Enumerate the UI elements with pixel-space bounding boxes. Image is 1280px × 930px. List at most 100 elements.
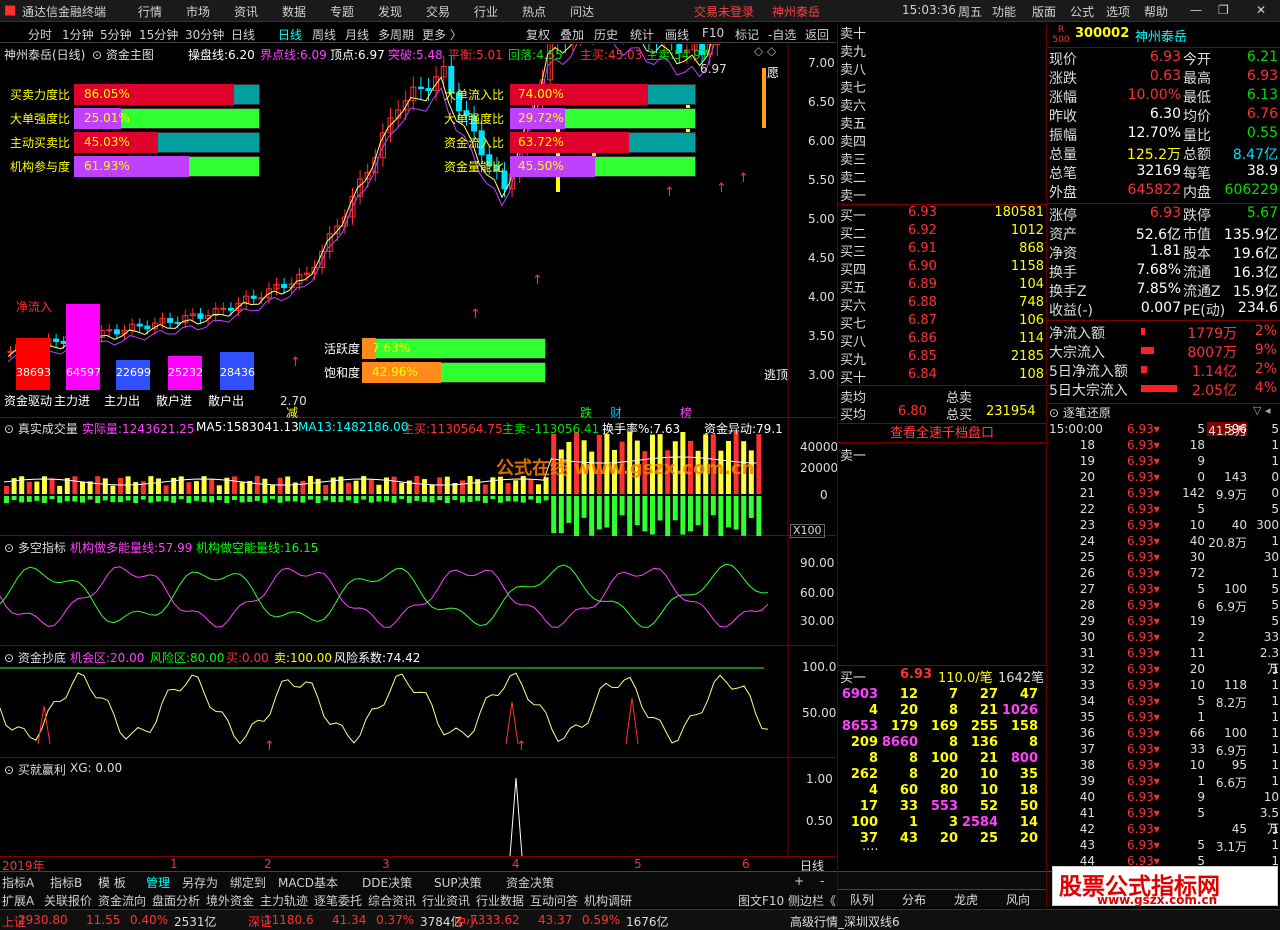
menu-xuanxiang[interactable]: 选项 bbox=[1106, 3, 1130, 20]
tab-30min[interactable]: 30分钟 bbox=[185, 26, 224, 43]
tab-monthly[interactable]: 月线 bbox=[345, 26, 369, 43]
tick-box2-0: 41.3万 bbox=[1208, 424, 1247, 438]
menu-gongneng[interactable]: 功能 bbox=[992, 3, 1016, 20]
vol-bar-down bbox=[64, 496, 70, 502]
bottom-tab1-9[interactable]: 资金决策 bbox=[506, 874, 554, 891]
bottom-tab2-10[interactable]: 互动问答 bbox=[530, 892, 578, 909]
add-icon[interactable]: + bbox=[794, 874, 804, 888]
tab-60min[interactable]: 日线 bbox=[231, 26, 255, 43]
login-status[interactable]: 交易未登录 bbox=[694, 3, 754, 20]
tab-fenbu[interactable]: 分布 bbox=[902, 891, 926, 908]
btn-diejia[interactable]: 叠加 bbox=[560, 26, 584, 43]
bottom-tab2-2[interactable]: 资金流向 bbox=[98, 892, 146, 909]
bottom-tab1-5[interactable]: 绑定到 bbox=[230, 874, 266, 891]
tick-vol-26: 5 bbox=[1197, 838, 1205, 852]
quote-val-quoteRows-0-0: 6.93 bbox=[1149, 49, 1181, 65]
close-icon[interactable]: ✕ bbox=[1256, 3, 1266, 17]
tab-longhu[interactable]: 龙虎 bbox=[954, 891, 978, 908]
bottom-tab2-1[interactable]: 关联报价 bbox=[44, 892, 92, 909]
bottom-tab1-6[interactable]: MACD基本 bbox=[278, 874, 338, 891]
ind-zm-val: 45.03 bbox=[608, 48, 643, 62]
bottom-right-tab-1[interactable]: 侧边栏《 bbox=[788, 892, 836, 909]
multi-empty-pane[interactable]: ⊙ 多空指标 机构做多能量线:57.99 机构做空能量线:16.15 90.00… bbox=[0, 536, 836, 646]
btn-tongji[interactable]: 统计 bbox=[630, 26, 654, 43]
main-chart-pane[interactable]: ↑↑↑↑↑↑↑ 神州泰岳(日线) ⊙ 资金主图 操盘线:6.20 界点线:6.0… bbox=[0, 44, 836, 420]
bottom-tab2-8[interactable]: 行业资讯 bbox=[422, 892, 470, 909]
menu-redian[interactable]: 热点 bbox=[522, 3, 546, 20]
btn-biaoji[interactable]: 标记 bbox=[735, 26, 759, 43]
bottom-tab1-0[interactable]: 指标A bbox=[2, 874, 34, 891]
status-1-2: 41.34 bbox=[332, 913, 367, 927]
btn-fanhui[interactable]: 返回 bbox=[805, 26, 829, 43]
menu-shuju[interactable]: 数据 bbox=[282, 3, 306, 20]
menu-bangzhu[interactable]: 帮助 bbox=[1144, 3, 1168, 20]
bottom-right-tab-0[interactable]: 图文F10 bbox=[738, 892, 784, 909]
bottom-tab2-4[interactable]: 境外资金 bbox=[206, 892, 254, 909]
restore-icon[interactable]: ❐ bbox=[1218, 3, 1229, 17]
ind-dd: 顶点:6.97 bbox=[330, 46, 385, 63]
bottom-tab1-8[interactable]: SUP决策 bbox=[434, 874, 482, 891]
menu-shichang[interactable]: 市场 bbox=[186, 3, 210, 20]
tab-weekly[interactable]: 周线 bbox=[312, 26, 336, 43]
quote-key-quoteRows-1-0: 涨跌 bbox=[1049, 71, 1077, 87]
btn-fuquan[interactable]: 复权 bbox=[526, 26, 550, 43]
tab-1min[interactable]: 1分钟 bbox=[62, 26, 94, 43]
tab-fenshi[interactable]: 分时 bbox=[28, 26, 52, 43]
bottom-tab1-1[interactable]: 指标B bbox=[50, 874, 82, 891]
vol-bar-up bbox=[429, 484, 435, 494]
vol-bar-up bbox=[239, 482, 245, 494]
full-depth-button[interactable]: 查看全速千档盘口 bbox=[838, 423, 1046, 443]
chaodi-pane[interactable]: ↑ ↑ ⊙ 资金抄底 机会区:20.00 风险区:80.00 买:0.00 卖:1… bbox=[0, 646, 836, 758]
tab-15min[interactable]: 15分钟 bbox=[139, 26, 178, 43]
formula-dropdown[interactable]: ⊙ 资金主图 bbox=[92, 46, 154, 63]
bottom-tab1-3[interactable]: 管理 bbox=[146, 874, 170, 891]
minimize-icon[interactable]: — bbox=[1190, 3, 1202, 17]
stock-name: 神州泰岳 bbox=[1135, 30, 1188, 45]
bottom-tab2-11[interactable]: 机构调研 bbox=[584, 892, 632, 909]
tab-5min[interactable]: 5分钟 bbox=[100, 26, 132, 43]
queue-cell-0-0: 6903 bbox=[841, 687, 878, 702]
tab-duilie[interactable]: 队列 bbox=[850, 891, 874, 908]
menu-banmian[interactable]: 版面 bbox=[1032, 3, 1056, 20]
bottom-tab2-5[interactable]: 主力轨迹 bbox=[260, 892, 308, 909]
menu-gongshi[interactable]: 公式 bbox=[1070, 3, 1094, 20]
tab-daily[interactable]: 日线 bbox=[278, 26, 302, 43]
btn-huaxian[interactable]: 画线 bbox=[665, 26, 689, 43]
tick-title: ⊙ 逐笔还原 bbox=[1049, 406, 1111, 420]
bottom-tab2-0[interactable]: 扩展A bbox=[2, 892, 34, 909]
menu-zixun[interactable]: 资讯 bbox=[234, 3, 258, 20]
menu-wenda[interactable]: 问达 bbox=[570, 3, 594, 20]
vol-bar-down bbox=[634, 496, 640, 526]
tab-multi[interactable]: 多周期 bbox=[378, 26, 414, 43]
quote-val-quoteRows-6-1: 38.9 bbox=[1246, 163, 1278, 179]
rratio-label-0: 大单流入比 bbox=[444, 88, 505, 102]
bottom-tab1-2[interactable]: 模 板 bbox=[98, 874, 126, 891]
bottom-tab2-6[interactable]: 逐笔委托 bbox=[314, 892, 362, 909]
bottom-tab1-7[interactable]: DDE决策 bbox=[362, 874, 412, 891]
tick-box2-20: 6.9万 bbox=[1215, 744, 1247, 758]
diamond-icon[interactable]: ◇ ◇ bbox=[754, 44, 776, 58]
btn-lishi[interactable]: 历史 bbox=[594, 26, 618, 43]
minus-icon[interactable]: - bbox=[820, 874, 824, 888]
xg-chart[interactable] bbox=[0, 758, 836, 858]
menu-jiaoyi[interactable]: 交易 bbox=[426, 3, 450, 20]
xg-pane[interactable]: ⊙ 买就赢利 XG: 0.00 1.00 0.50 bbox=[0, 758, 836, 858]
fund-box-label-4: 散户出 bbox=[208, 394, 245, 408]
menu-zhuanti[interactable]: 专题 bbox=[330, 3, 354, 20]
bottom-tab2-9[interactable]: 行业数据 bbox=[476, 892, 524, 909]
volume-pane[interactable]: ⊙ 真实成交量 实际量:1243621.25 MA5:1583041.13 MA… bbox=[0, 418, 838, 538]
menu-hangqing[interactable]: 行情 bbox=[138, 3, 162, 20]
btn-f10[interactable]: F10 bbox=[702, 26, 724, 40]
tab-more[interactable]: 更多 〉 bbox=[422, 26, 462, 43]
menu-faxian[interactable]: 发现 bbox=[378, 3, 402, 20]
bottom-tab2-3[interactable]: 盘面分析 bbox=[152, 892, 200, 909]
buy-level-price-4: 6.89 bbox=[908, 277, 937, 292]
ind-zmai: 主卖:54.97 bbox=[646, 46, 708, 63]
candle-body bbox=[250, 295, 257, 299]
menu-hangye[interactable]: 行业 bbox=[474, 3, 498, 20]
bottom-tab1-4[interactable]: 另存为 bbox=[182, 874, 218, 891]
filter-icon[interactable]: ▽ ◂ bbox=[1253, 404, 1270, 417]
tab-fengxiang[interactable]: 风向 bbox=[1006, 891, 1030, 908]
btn-zixuan[interactable]: -自选 bbox=[768, 26, 796, 43]
bottom-tab2-7[interactable]: 综合资讯 bbox=[368, 892, 416, 909]
